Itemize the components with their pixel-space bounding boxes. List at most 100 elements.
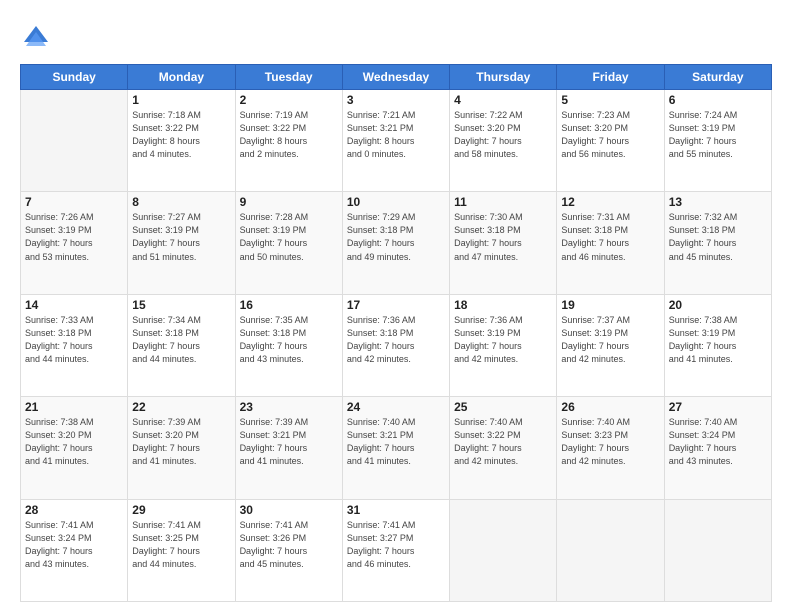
calendar-cell: 24 Sunrise: 7:40 AMSunset: 3:21 PMDayligh… (342, 397, 449, 499)
day-detail: Sunrise: 7:19 AMSunset: 3:22 PMDaylight:… (240, 109, 338, 161)
day-detail: Sunrise: 7:33 AMSunset: 3:18 PMDaylight:… (25, 314, 123, 366)
calendar-cell: 11 Sunrise: 7:30 AMSunset: 3:18 PMDayligh… (450, 192, 557, 294)
calendar-cell: 5 Sunrise: 7:23 AMSunset: 3:20 PMDaylight… (557, 90, 664, 192)
calendar-cell (450, 499, 557, 601)
day-detail: Sunrise: 7:41 AMSunset: 3:26 PMDaylight:… (240, 519, 338, 571)
calendar-cell: 20Sunrise: 7:38 AMSunset: 3:19 PMDayligh… (664, 294, 771, 396)
day-number: 19 (561, 298, 659, 312)
day-number: 24 (347, 400, 445, 414)
day-detail: Sunrise: 7:38 AMSunset: 3:19 PMDaylight:… (669, 314, 767, 366)
day-number: 30 (240, 503, 338, 517)
day-number: 10 (347, 195, 445, 209)
calendar-week-row: 14 Sunrise: 7:33 AMSunset: 3:18 PMDayligh… (21, 294, 772, 396)
day-detail: Sunrise: 7:36 AMSunset: 3:18 PMDaylight:… (347, 314, 445, 366)
col-header-thursday: Thursday (450, 65, 557, 90)
day-detail: Sunrise: 7:22 AMSunset: 3:20 PMDaylight:… (454, 109, 552, 161)
calendar-header-row: SundayMondayTuesdayWednesdayThursdayFrid… (21, 65, 772, 90)
day-detail: Sunrise: 7:21 AMSunset: 3:21 PMDaylight:… (347, 109, 445, 161)
calendar-cell: 9 Sunrise: 7:28 AMSunset: 3:19 PMDaylight… (235, 192, 342, 294)
col-header-wednesday: Wednesday (342, 65, 449, 90)
calendar-week-row: 21 Sunrise: 7:38 AMSunset: 3:20 PMDayligh… (21, 397, 772, 499)
calendar-cell (664, 499, 771, 601)
day-detail: Sunrise: 7:30 AMSunset: 3:18 PMDaylight:… (454, 211, 552, 263)
day-number: 28 (25, 503, 123, 517)
day-detail: Sunrise: 7:40 AMSunset: 3:24 PMDaylight:… (669, 416, 767, 468)
day-detail: Sunrise: 7:39 AMSunset: 3:21 PMDaylight:… (240, 416, 338, 468)
day-detail: Sunrise: 7:41 AMSunset: 3:25 PMDaylight:… (132, 519, 230, 571)
day-number: 15 (132, 298, 230, 312)
col-header-friday: Friday (557, 65, 664, 90)
day-number: 14 (25, 298, 123, 312)
calendar-week-row: 1 Sunrise: 7:18 AMSunset: 3:22 PMDaylight… (21, 90, 772, 192)
col-header-tuesday: Tuesday (235, 65, 342, 90)
page: SundayMondayTuesdayWednesdayThursdayFrid… (0, 0, 792, 612)
day-number: 22 (132, 400, 230, 414)
calendar-week-row: 28 Sunrise: 7:41 AMSunset: 3:24 PMDayligh… (21, 499, 772, 601)
col-header-saturday: Saturday (664, 65, 771, 90)
calendar-week-row: 7 Sunrise: 7:26 AMSunset: 3:19 PMDaylight… (21, 192, 772, 294)
calendar-cell: 4 Sunrise: 7:22 AMSunset: 3:20 PMDaylight… (450, 90, 557, 192)
day-number: 6 (669, 93, 767, 107)
day-detail: Sunrise: 7:23 AMSunset: 3:20 PMDaylight:… (561, 109, 659, 161)
calendar-cell: 23 Sunrise: 7:39 AMSunset: 3:21 PMDayligh… (235, 397, 342, 499)
day-number: 4 (454, 93, 552, 107)
calendar-cell: 28 Sunrise: 7:41 AMSunset: 3:24 PMDayligh… (21, 499, 128, 601)
day-number: 17 (347, 298, 445, 312)
day-detail: Sunrise: 7:39 AMSunset: 3:20 PMDaylight:… (132, 416, 230, 468)
day-number: 9 (240, 195, 338, 209)
day-number: 18 (454, 298, 552, 312)
day-detail: Sunrise: 7:34 AMSunset: 3:18 PMDaylight:… (132, 314, 230, 366)
day-number: 5 (561, 93, 659, 107)
calendar-cell: 19 Sunrise: 7:37 AMSunset: 3:19 PMDayligh… (557, 294, 664, 396)
day-detail: Sunrise: 7:26 AMSunset: 3:19 PMDaylight:… (25, 211, 123, 263)
day-detail: Sunrise: 7:37 AMSunset: 3:19 PMDaylight:… (561, 314, 659, 366)
col-header-monday: Monday (128, 65, 235, 90)
header (20, 18, 772, 54)
logo (20, 22, 56, 54)
calendar-cell: 17 Sunrise: 7:36 AMSunset: 3:18 PMDayligh… (342, 294, 449, 396)
calendar-cell: 30 Sunrise: 7:41 AMSunset: 3:26 PMDayligh… (235, 499, 342, 601)
calendar-cell: 18 Sunrise: 7:36 AMSunset: 3:19 PMDayligh… (450, 294, 557, 396)
day-detail: Sunrise: 7:35 AMSunset: 3:18 PMDaylight:… (240, 314, 338, 366)
day-number: 13 (669, 195, 767, 209)
day-detail: Sunrise: 7:28 AMSunset: 3:19 PMDaylight:… (240, 211, 338, 263)
day-number: 16 (240, 298, 338, 312)
day-detail: Sunrise: 7:24 AMSunset: 3:19 PMDaylight:… (669, 109, 767, 161)
day-number: 27 (669, 400, 767, 414)
day-detail: Sunrise: 7:40 AMSunset: 3:23 PMDaylight:… (561, 416, 659, 468)
day-detail: Sunrise: 7:41 AMSunset: 3:27 PMDaylight:… (347, 519, 445, 571)
calendar-cell (21, 90, 128, 192)
day-detail: Sunrise: 7:31 AMSunset: 3:18 PMDaylight:… (561, 211, 659, 263)
day-number: 8 (132, 195, 230, 209)
calendar-cell: 21 Sunrise: 7:38 AMSunset: 3:20 PMDayligh… (21, 397, 128, 499)
col-header-sunday: Sunday (21, 65, 128, 90)
day-number: 12 (561, 195, 659, 209)
day-number: 23 (240, 400, 338, 414)
day-number: 1 (132, 93, 230, 107)
calendar-cell: 14 Sunrise: 7:33 AMSunset: 3:18 PMDayligh… (21, 294, 128, 396)
day-detail: Sunrise: 7:41 AMSunset: 3:24 PMDaylight:… (25, 519, 123, 571)
logo-icon (20, 22, 52, 54)
day-number: 26 (561, 400, 659, 414)
calendar-cell: 22 Sunrise: 7:39 AMSunset: 3:20 PMDayligh… (128, 397, 235, 499)
day-number: 7 (25, 195, 123, 209)
calendar-cell (557, 499, 664, 601)
day-number: 3 (347, 93, 445, 107)
day-detail: Sunrise: 7:32 AMSunset: 3:18 PMDaylight:… (669, 211, 767, 263)
calendar-cell: 15 Sunrise: 7:34 AMSunset: 3:18 PMDayligh… (128, 294, 235, 396)
day-detail: Sunrise: 7:40 AMSunset: 3:21 PMDaylight:… (347, 416, 445, 468)
calendar-cell: 16 Sunrise: 7:35 AMSunset: 3:18 PMDayligh… (235, 294, 342, 396)
calendar-cell: 13 Sunrise: 7:32 AMSunset: 3:18 PMDayligh… (664, 192, 771, 294)
day-detail: Sunrise: 7:38 AMSunset: 3:20 PMDaylight:… (25, 416, 123, 468)
day-number: 11 (454, 195, 552, 209)
day-number: 25 (454, 400, 552, 414)
day-number: 21 (25, 400, 123, 414)
day-detail: Sunrise: 7:36 AMSunset: 3:19 PMDaylight:… (454, 314, 552, 366)
calendar-cell: 3 Sunrise: 7:21 AMSunset: 3:21 PMDaylight… (342, 90, 449, 192)
calendar-cell: 25Sunrise: 7:40 AMSunset: 3:22 PMDayligh… (450, 397, 557, 499)
day-detail: Sunrise: 7:18 AMSunset: 3:22 PMDaylight:… (132, 109, 230, 161)
calendar-cell: 26 Sunrise: 7:40 AMSunset: 3:23 PMDayligh… (557, 397, 664, 499)
day-number: 29 (132, 503, 230, 517)
calendar-cell: 6 Sunrise: 7:24 AMSunset: 3:19 PMDaylight… (664, 90, 771, 192)
day-detail: Sunrise: 7:27 AMSunset: 3:19 PMDaylight:… (132, 211, 230, 263)
